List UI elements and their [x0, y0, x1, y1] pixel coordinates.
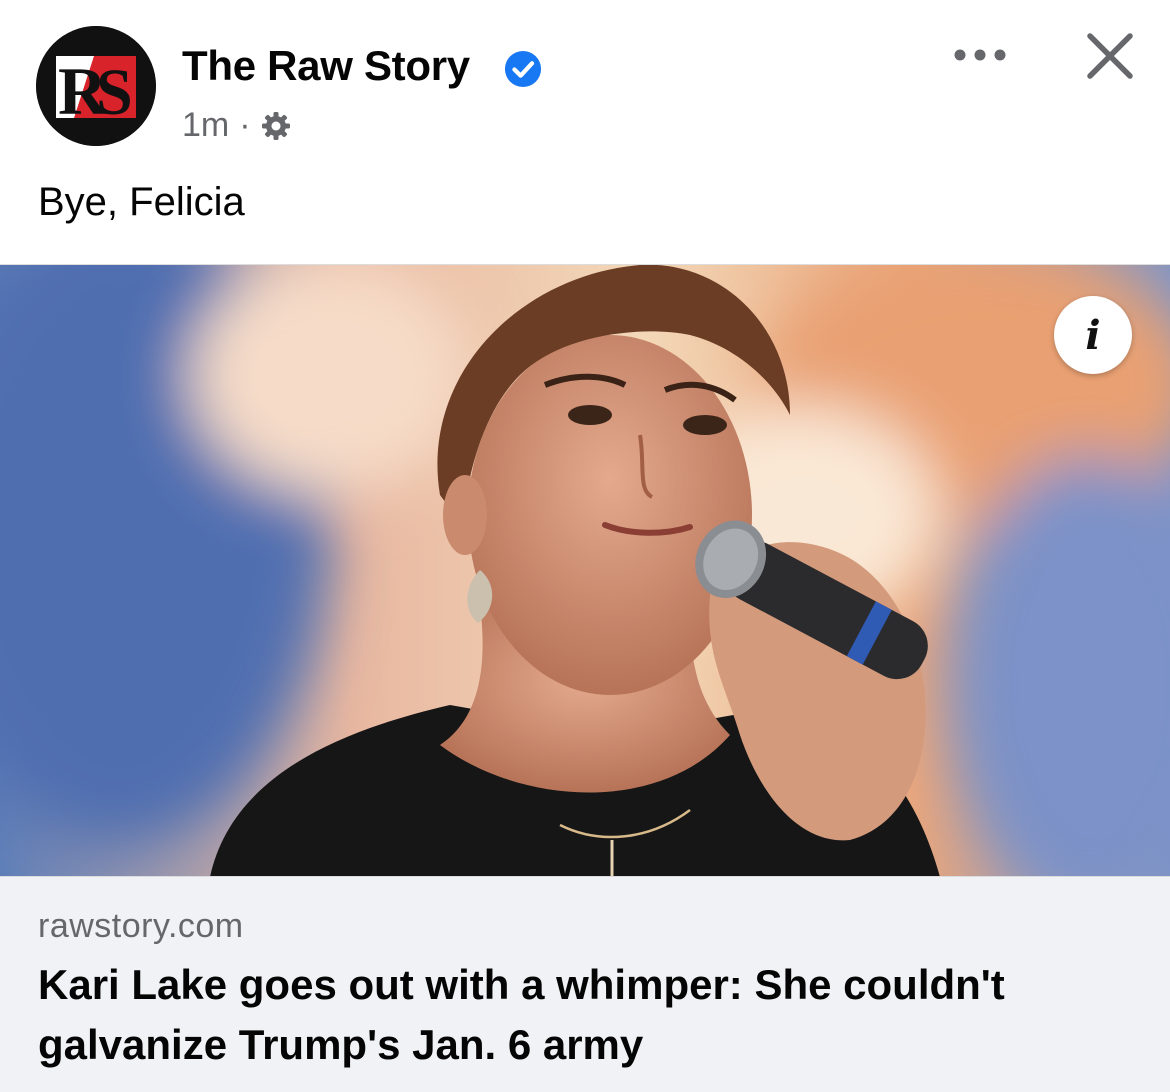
- post-timestamp[interactable]: 1m: [182, 106, 229, 145]
- link-headline[interactable]: Kari Lake goes out with a whimper: She c…: [38, 955, 1128, 1075]
- meta-separator: ·: [239, 106, 251, 144]
- info-icon[interactable]: i: [1054, 296, 1132, 374]
- link-preview-card[interactable]: rawstory.com Kari Lake goes out with a w…: [0, 876, 1170, 1092]
- verified-badge-icon: [504, 50, 542, 88]
- post-header: R S The Raw Story 1m ·: [0, 0, 1170, 160]
- gear-icon[interactable]: [261, 111, 291, 141]
- svg-text:S: S: [96, 56, 133, 129]
- page-name[interactable]: The Raw Story: [182, 42, 470, 90]
- post-meta: 1m ·: [182, 106, 291, 145]
- link-domain: rawstory.com: [38, 907, 244, 945]
- close-icon[interactable]: [1084, 30, 1136, 82]
- article-photo: [0, 265, 1170, 877]
- raw-story-logo: R S: [36, 26, 156, 146]
- article-image[interactable]: [0, 264, 1170, 877]
- more-options-icon[interactable]: [950, 30, 1010, 80]
- page-avatar[interactable]: R S: [36, 26, 156, 146]
- post-caption: Bye, Felicia: [38, 180, 245, 224]
